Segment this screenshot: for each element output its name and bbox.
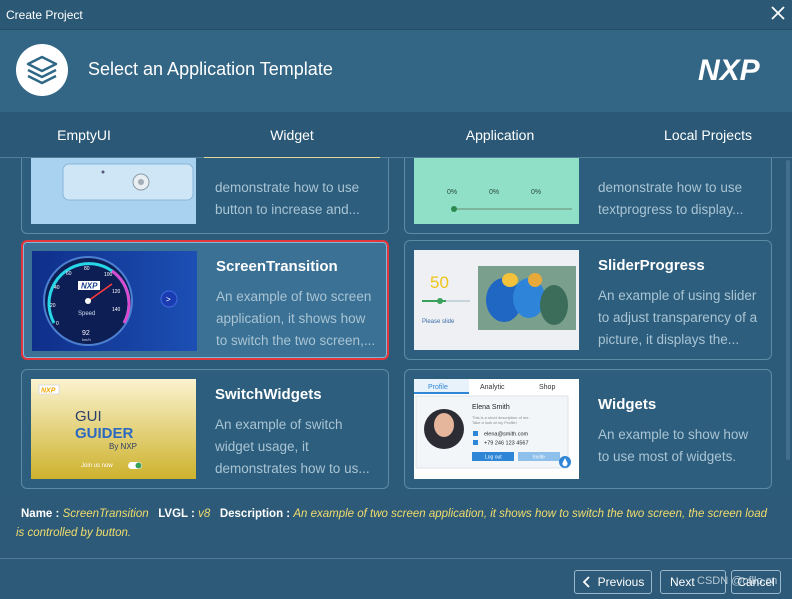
page-title: Select an Application Template bbox=[88, 59, 333, 79]
svg-text:60: 60 bbox=[66, 271, 72, 277]
template-description: An example to show how to use most of wi… bbox=[598, 427, 749, 464]
lvgl-label: LVGL : bbox=[158, 508, 195, 520]
svg-text:50: 50 bbox=[430, 273, 449, 292]
svg-text:Please slide: Please slide bbox=[422, 319, 455, 325]
svg-text:By NXP: By NXP bbox=[109, 442, 137, 451]
svg-text:Speed: Speed bbox=[78, 311, 95, 317]
svg-text:NXP: NXP bbox=[41, 388, 56, 395]
svg-text:40: 40 bbox=[54, 285, 60, 291]
divider bbox=[0, 558, 792, 559]
svg-text:0%: 0% bbox=[531, 189, 541, 196]
svg-text:Join us now: Join us now bbox=[81, 463, 113, 469]
template-card-switchwidgets[interactable]: NXP GUI GUIDER By NXP Join us now Switch… bbox=[21, 369, 389, 489]
vertical-scrollbar[interactable] bbox=[786, 160, 790, 460]
svg-text:GUI: GUI bbox=[75, 408, 102, 425]
description-label: Description : bbox=[219, 508, 291, 520]
template-description: demonstrate how to use button to increas… bbox=[215, 180, 360, 217]
next-label: Next bbox=[670, 575, 695, 589]
svg-text:NXP: NXP bbox=[698, 54, 761, 84]
svg-text:Invite: Invite bbox=[533, 455, 545, 461]
window-title: Create Project bbox=[6, 8, 83, 22]
close-icon[interactable] bbox=[770, 4, 786, 22]
svg-text:80: 80 bbox=[84, 266, 90, 272]
svg-text:100: 100 bbox=[104, 272, 113, 278]
header: Select an Application Template NXP bbox=[0, 30, 792, 112]
template-thumbnail: Profile Analytic Shop Elena Smith This i… bbox=[414, 379, 579, 479]
template-title: SwitchWidgets bbox=[215, 386, 322, 403]
template-info: Name : ScreenTransition LVGL : v8 Descri… bbox=[16, 505, 776, 543]
svg-text:Take a look at my Profile!: Take a look at my Profile! bbox=[472, 420, 517, 425]
template-card-widgets[interactable]: Profile Analytic Shop Elena Smith This i… bbox=[404, 369, 772, 489]
template-thumbnail bbox=[31, 158, 196, 224]
lvgl-value: v8 bbox=[198, 508, 211, 520]
tab-widget[interactable]: Widget bbox=[204, 112, 380, 159]
svg-text:elena@smith.com: elena@smith.com bbox=[484, 432, 529, 438]
previous-button[interactable]: Previous bbox=[574, 570, 652, 594]
svg-text:NXP: NXP bbox=[81, 282, 98, 291]
template-title: ScreenTransition bbox=[216, 258, 338, 275]
svg-text:Shop: Shop bbox=[539, 384, 555, 391]
template-card-sliderprogress[interactable]: 50 Please slide SliderProgress An exampl… bbox=[404, 240, 772, 360]
svg-text:+79 246 123 4567: +79 246 123 4567 bbox=[484, 441, 529, 447]
template-card-textprogress[interactable]: 0% 0% 0% demonstrate how to use textprog… bbox=[404, 158, 772, 234]
template-thumbnail: 0% 0% 0% bbox=[414, 158, 579, 224]
svg-text:0%: 0% bbox=[447, 189, 457, 196]
svg-text:0%: 0% bbox=[489, 189, 499, 196]
template-thumbnail: 50 Please slide bbox=[414, 250, 579, 350]
svg-text:Analytic: Analytic bbox=[480, 384, 505, 391]
template-thumbnail: NXP GUI GUIDER By NXP Join us now bbox=[31, 379, 196, 479]
previous-label: Previous bbox=[597, 575, 645, 589]
svg-text:Elena Smith: Elena Smith bbox=[472, 404, 510, 411]
name-value: ScreenTransition bbox=[62, 508, 149, 520]
svg-text:GUIDER: GUIDER bbox=[75, 425, 134, 442]
tab-local-projects[interactable]: Local Projects bbox=[620, 112, 792, 158]
name-label: Name : bbox=[21, 508, 60, 520]
svg-text:Log out: Log out bbox=[485, 455, 502, 461]
template-grid: demonstrate how to use button to increas… bbox=[0, 158, 792, 500]
template-tabs: EmptyUI Widget Application Local Project… bbox=[0, 112, 792, 159]
template-title: SliderProgress bbox=[598, 257, 705, 274]
title-bar: Create Project bbox=[0, 0, 792, 30]
tab-application[interactable]: Application bbox=[420, 112, 580, 158]
svg-text:140: 140 bbox=[112, 307, 121, 313]
template-description: An example of two screen application, it… bbox=[216, 289, 376, 348]
chevron-left-icon bbox=[582, 576, 590, 588]
template-card-screentransition[interactable]: 0 20 40 60 80 100 120 140 NXP Speed 92 k… bbox=[21, 240, 389, 360]
svg-text:120: 120 bbox=[112, 289, 121, 295]
template-description: demonstrate how to use textprogress to d… bbox=[598, 180, 744, 217]
template-card-button[interactable]: demonstrate how to use button to increas… bbox=[21, 158, 389, 234]
svg-text:92: 92 bbox=[82, 330, 90, 337]
svg-text:0: 0 bbox=[56, 321, 59, 327]
template-description: An example of using slider to adjust tra… bbox=[598, 288, 758, 347]
watermark: CSDN @ofllo.cn bbox=[697, 575, 778, 587]
template-title: Widgets bbox=[598, 396, 657, 413]
layers-icon bbox=[16, 44, 68, 96]
tab-emptyui[interactable]: EmptyUI bbox=[0, 112, 168, 158]
template-description: An example of switch widget usage, it de… bbox=[215, 417, 370, 476]
svg-text:Profile: Profile bbox=[428, 384, 448, 391]
svg-text:>: > bbox=[166, 295, 171, 304]
nxp-logo: NXP bbox=[698, 54, 761, 84]
svg-text:20: 20 bbox=[50, 303, 56, 309]
svg-text:km/h: km/h bbox=[82, 337, 91, 342]
template-thumbnail: 0 20 40 60 80 100 120 140 NXP Speed 92 k… bbox=[32, 251, 197, 351]
